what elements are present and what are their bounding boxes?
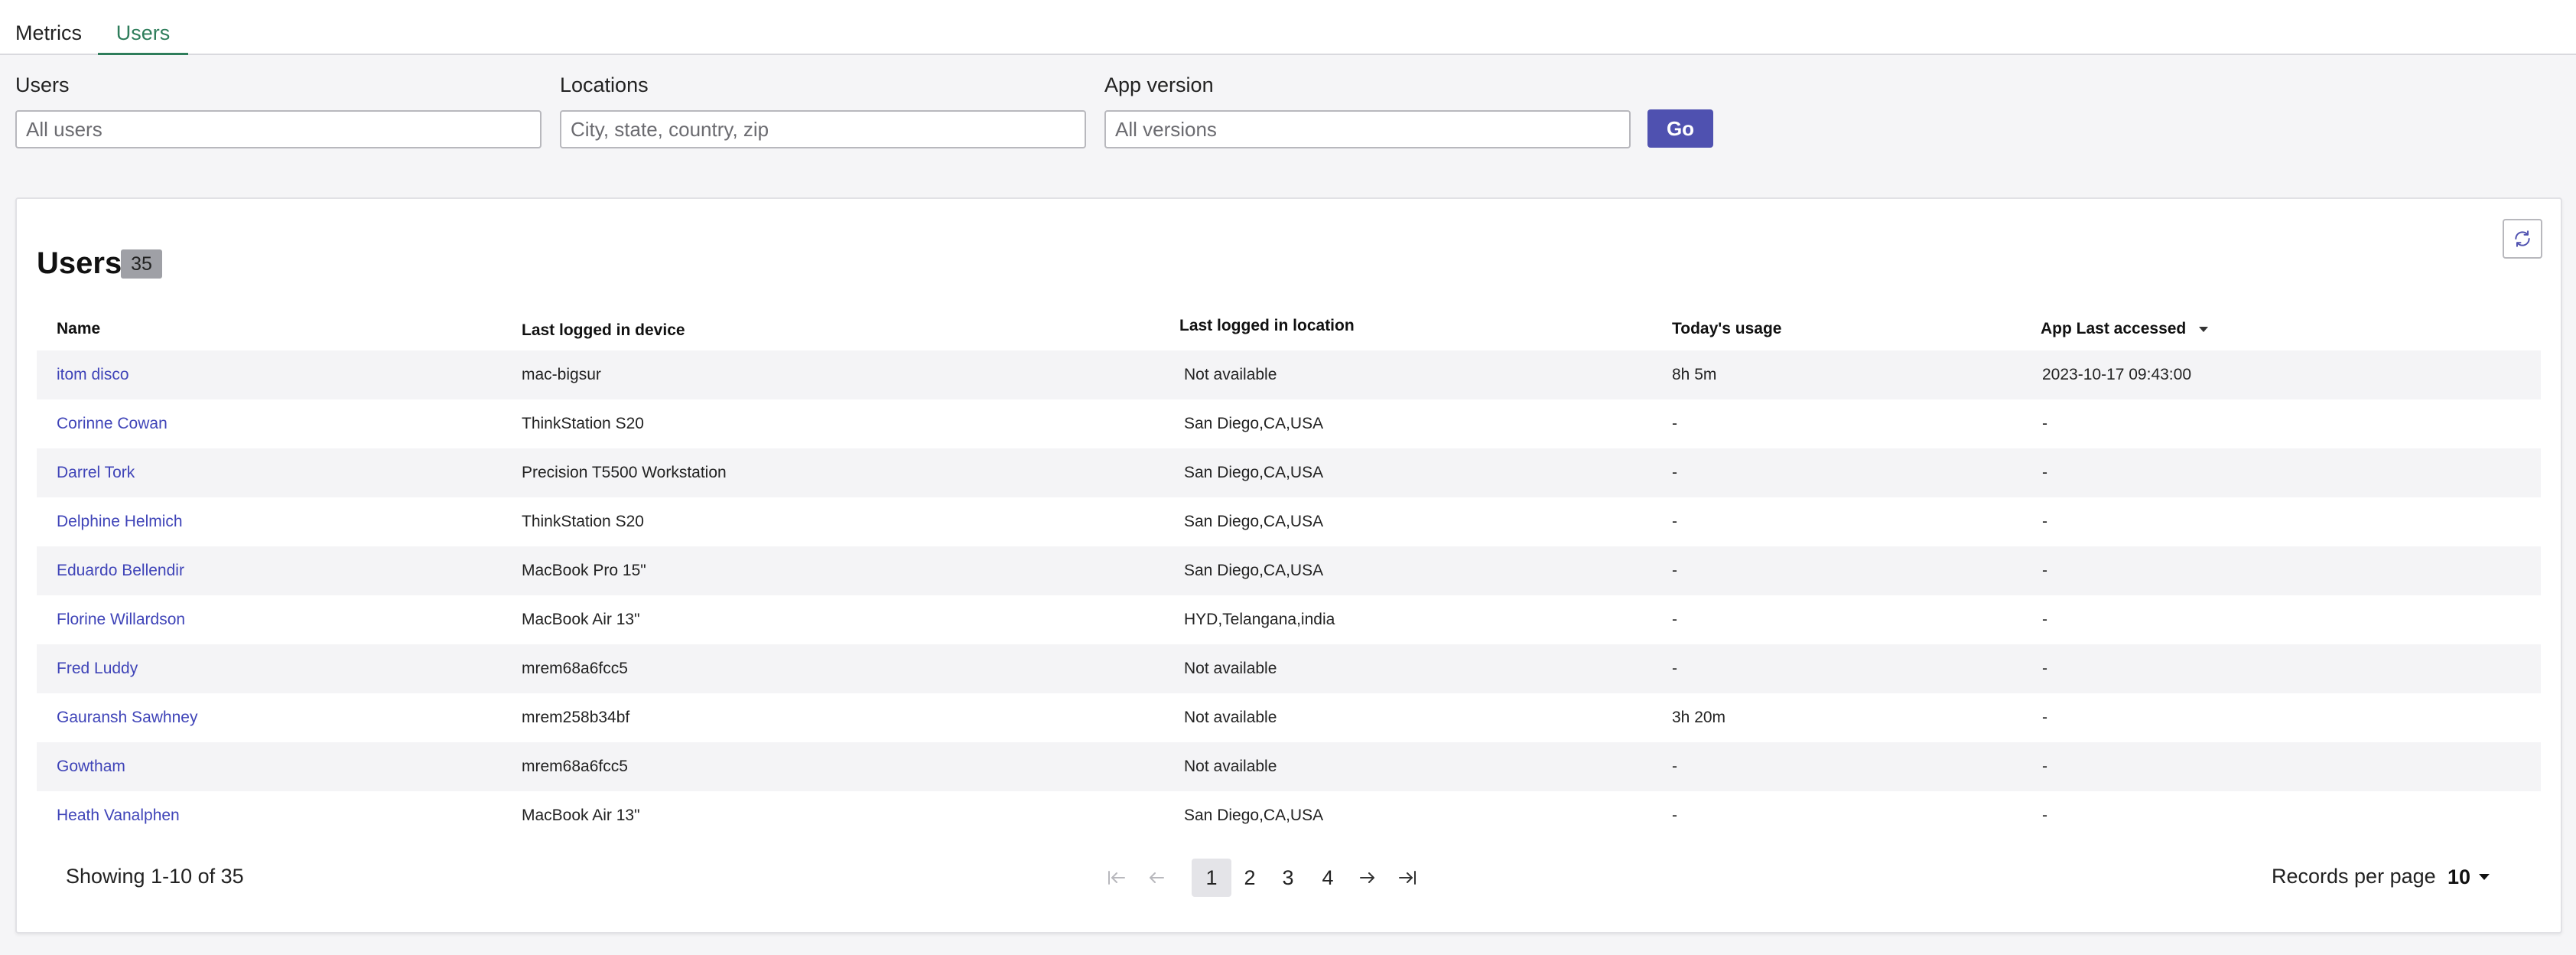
user-name-link[interactable]: Corinne Cowan: [57, 399, 168, 448]
app-version-filter-input[interactable]: [1104, 110, 1631, 148]
column-header-location[interactable]: Last logged in location: [1179, 317, 1355, 335]
usage-cell: 8h 5m: [1672, 366, 1717, 383]
last-accessed-cell: -: [2042, 415, 2047, 432]
usage-cell: -: [1672, 758, 1677, 775]
column-header-last-accessed-label: App Last accessed: [2041, 320, 2187, 337]
tab-users[interactable]: Users: [98, 21, 188, 55]
usage-cell: -: [1672, 660, 1677, 677]
user-name-link[interactable]: Heath Vanalphen: [57, 791, 180, 840]
last-accessed-cell: -: [2042, 611, 2047, 628]
records-per-page-value: 10: [2448, 865, 2471, 888]
location-cell: San Diego,CA,USA: [1184, 513, 1324, 530]
device-cell: mrem68a6fcc5: [522, 758, 628, 775]
user-name-link[interactable]: Fred Luddy: [57, 644, 138, 693]
location-cell: San Diego,CA,USA: [1184, 415, 1324, 432]
last-page-icon: [1399, 871, 1416, 885]
users-card: Users 35 Name Last logged in device Last…: [15, 197, 2562, 934]
users-filter-input[interactable]: [15, 110, 542, 148]
refresh-icon: [2515, 230, 2530, 247]
go-button[interactable]: Go: [1647, 109, 1713, 148]
first-page-icon: [1108, 871, 1125, 885]
user-name-link[interactable]: Gauransh Sawhney: [57, 693, 197, 742]
last-accessed-cell: -: [2042, 464, 2047, 481]
user-name-link[interactable]: Gowtham: [57, 742, 125, 791]
usage-cell: 3h 20m: [1672, 709, 1726, 726]
sort-descending-icon: [2199, 327, 2209, 333]
column-header-last-accessed[interactable]: App Last accessed: [2041, 320, 2209, 338]
arrow-left-icon: [1150, 872, 1164, 883]
device-cell: MacBook Pro 15": [522, 562, 646, 579]
table-row[interactable]: itom disco mac-bigsur Not available 8h 5…: [37, 350, 2541, 399]
previous-page-button[interactable]: [1140, 859, 1173, 897]
last-accessed-cell: -: [2042, 807, 2047, 824]
location-cell: Not available: [1184, 758, 1277, 775]
page-button-4[interactable]: 4: [1311, 859, 1345, 897]
chevron-down-icon: [2479, 874, 2490, 880]
table-row[interactable]: Heath Vanalphen MacBook Air 13" San Dieg…: [37, 791, 2541, 840]
records-per-page-label: Records per page: [2272, 865, 2436, 888]
pagination-summary: Showing 1-10 of 35: [66, 865, 244, 888]
location-cell: Not available: [1184, 660, 1277, 677]
page-button-2[interactable]: 2: [1233, 859, 1267, 897]
device-cell: MacBook Air 13": [522, 807, 640, 824]
refresh-button[interactable]: [2503, 219, 2542, 259]
user-name-link[interactable]: Eduardo Bellendir: [57, 546, 184, 595]
last-accessed-cell: -: [2042, 709, 2047, 726]
usage-cell: -: [1672, 562, 1677, 579]
user-name-link[interactable]: Delphine Helmich: [57, 497, 183, 546]
user-name-link[interactable]: Darrel Tork: [57, 448, 135, 497]
table-row[interactable]: Gauransh Sawhney mrem258b34bf Not availa…: [37, 693, 2541, 742]
device-cell: ThinkStation S20: [522, 513, 644, 530]
device-cell: mrem258b34bf: [522, 709, 630, 726]
next-page-button[interactable]: [1351, 859, 1384, 897]
column-header-usage[interactable]: Today's usage: [1672, 320, 1781, 338]
device-cell: MacBook Air 13": [522, 611, 640, 628]
user-name-link[interactable]: Florine Willardson: [57, 595, 185, 644]
locations-filter-input[interactable]: [560, 110, 1086, 148]
device-cell: Precision T5500 Workstation: [522, 464, 727, 481]
last-page-button[interactable]: [1390, 859, 1424, 897]
table-row[interactable]: Fred Luddy mrem68a6fcc5 Not available - …: [37, 644, 2541, 693]
location-cell: HYD,Telangana,india: [1184, 611, 1335, 628]
usage-cell: -: [1672, 513, 1677, 530]
user-name-link[interactable]: itom disco: [57, 350, 129, 399]
tab-metrics[interactable]: Metrics: [15, 21, 82, 55]
usage-cell: -: [1672, 611, 1677, 628]
device-cell: ThinkStation S20: [522, 415, 644, 432]
location-cell: San Diego,CA,USA: [1184, 807, 1324, 824]
table-row[interactable]: Gowtham mrem68a6fcc5 Not available - -: [37, 742, 2541, 791]
usage-cell: -: [1672, 415, 1677, 432]
page-title: Users: [37, 246, 122, 280]
arrow-right-icon: [1360, 872, 1374, 883]
column-header-device[interactable]: Last logged in device: [522, 321, 685, 340]
last-accessed-cell: -: [2042, 758, 2047, 775]
table-row[interactable]: Corinne Cowan ThinkStation S20 San Diego…: [37, 399, 2541, 448]
usage-cell: -: [1672, 464, 1677, 481]
user-count-badge: 35: [121, 249, 162, 279]
location-cell: Not available: [1184, 366, 1277, 383]
top-tab-bar: Metrics Users: [0, 0, 2576, 55]
last-accessed-cell: -: [2042, 513, 2047, 530]
first-page-button[interactable]: [1100, 859, 1134, 897]
usage-cell: -: [1672, 807, 1677, 824]
last-accessed-cell: -: [2042, 562, 2047, 579]
column-header-name[interactable]: Name: [57, 320, 100, 338]
users-filter-label: Users: [15, 73, 70, 96]
location-cell: San Diego,CA,USA: [1184, 562, 1324, 579]
records-per-page-select[interactable]: 10: [2448, 862, 2490, 892]
table-row[interactable]: Eduardo Bellendir MacBook Pro 15" San Di…: [37, 546, 2541, 595]
last-accessed-cell: -: [2042, 660, 2047, 677]
page-button-3[interactable]: 3: [1271, 859, 1305, 897]
app-version-filter-label: App version: [1104, 73, 1214, 96]
table-row[interactable]: Delphine Helmich ThinkStation S20 San Di…: [37, 497, 2541, 546]
locations-filter-label: Locations: [560, 73, 649, 96]
page-button-1[interactable]: 1: [1192, 859, 1231, 897]
table-row[interactable]: Darrel Tork Precision T5500 Workstation …: [37, 448, 2541, 497]
location-cell: Not available: [1184, 709, 1277, 726]
last-accessed-cell: 2023-10-17 09:43:00: [2042, 366, 2191, 383]
device-cell: mrem68a6fcc5: [522, 660, 628, 677]
location-cell: San Diego,CA,USA: [1184, 464, 1324, 481]
table-row[interactable]: Florine Willardson MacBook Air 13" HYD,T…: [37, 595, 2541, 644]
device-cell: mac-bigsur: [522, 366, 601, 383]
